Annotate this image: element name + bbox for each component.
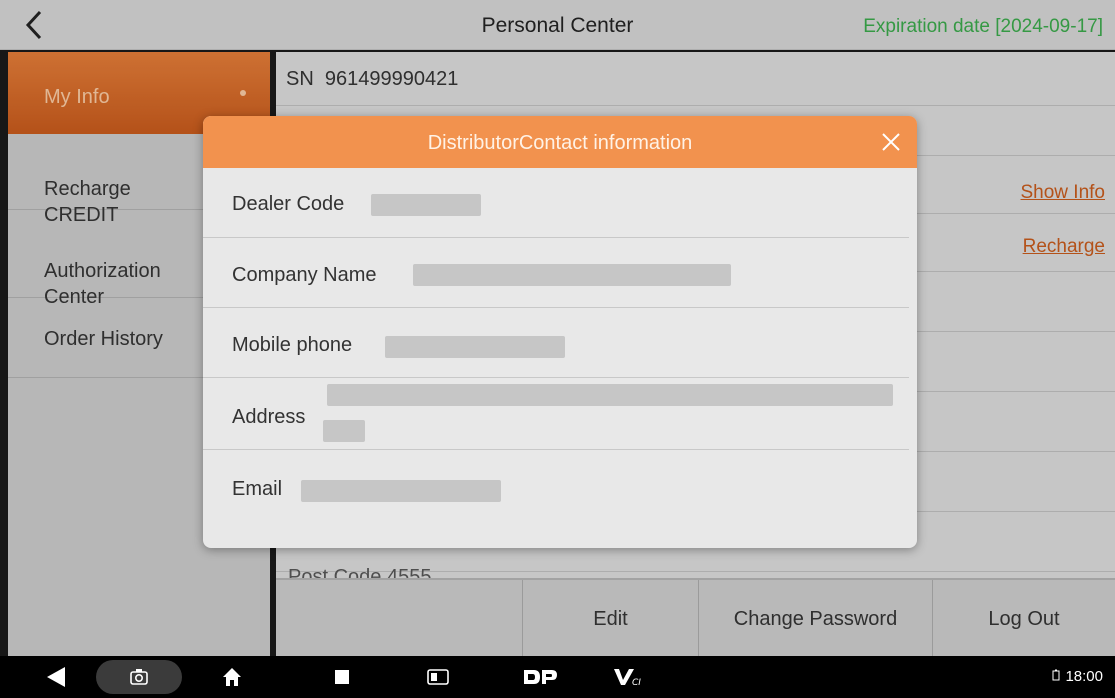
svg-text:CI: CI — [632, 678, 641, 687]
nav-back-icon[interactable] — [36, 656, 76, 698]
address-label: Address — [232, 406, 306, 428]
screenshot-button[interactable] — [96, 660, 182, 694]
app-switch-icon[interactable] — [418, 656, 458, 698]
mobile-phone-label: Mobile phone — [232, 334, 353, 356]
dealer-code-row: Dealer Code — [203, 168, 909, 238]
wifi-icon — [1033, 672, 1041, 680]
vci-icon[interactable]: CI — [608, 656, 648, 698]
redacted-value — [371, 194, 481, 216]
recent-apps-icon[interactable] — [322, 656, 362, 698]
address-row: Address — [203, 378, 909, 450]
email-label: Email — [232, 478, 283, 500]
redacted-value — [327, 384, 893, 406]
dp-app-icon[interactable] — [516, 656, 564, 698]
mobile-phone-row: Mobile phone — [203, 308, 909, 378]
company-name-row: Company Name — [203, 238, 909, 308]
email-row: Email — [203, 450, 909, 524]
dialog-header: DistributorContact information — [203, 116, 917, 168]
system-nav-bar: CI 18:00 — [0, 656, 1115, 698]
battery-icon — [1052, 669, 1060, 681]
clock: 18:00 — [1065, 668, 1103, 685]
distributor-contact-dialog: DistributorContact information Dealer Co… — [203, 116, 917, 548]
dialog-title: DistributorContact information — [427, 132, 693, 154]
redacted-value — [301, 480, 501, 502]
redacted-value — [385, 336, 565, 358]
home-icon[interactable] — [212, 656, 252, 698]
camera-icon — [130, 669, 148, 685]
redacted-value — [323, 420, 365, 442]
status-area: 18:00 — [1033, 668, 1103, 685]
company-name-label: Company Name — [232, 264, 377, 286]
close-icon[interactable] — [879, 130, 903, 154]
dealer-code-label: Dealer Code — [232, 193, 345, 215]
redacted-value — [413, 264, 731, 286]
